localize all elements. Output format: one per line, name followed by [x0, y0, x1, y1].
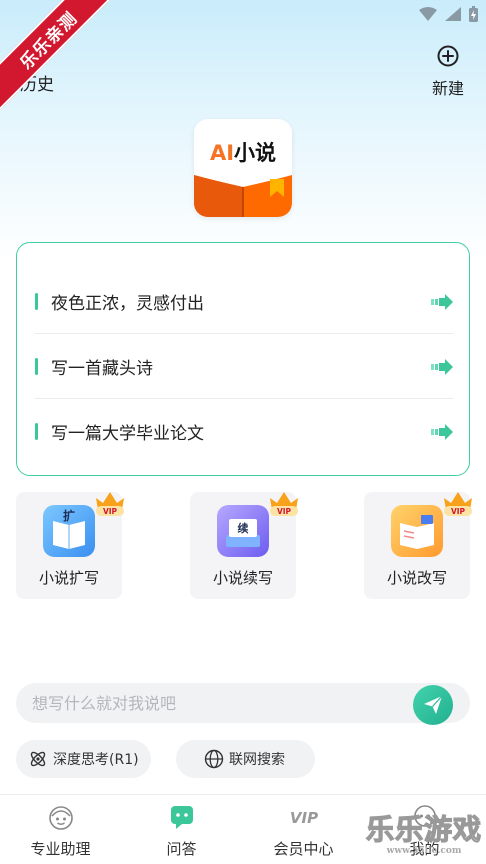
arrow-right-icon: [431, 293, 453, 310]
feature-label: 小说改写: [386, 569, 447, 587]
web-search-toggle[interactable]: 联网搜索: [176, 740, 315, 778]
feature-label: 小说续写: [212, 569, 273, 587]
svg-text:VIP: VIP: [451, 507, 466, 516]
tab-label: 问答: [166, 840, 197, 858]
chat-icon: [171, 806, 193, 829]
deep-think-toggle[interactable]: 深度思考(R1): [16, 740, 151, 778]
prompt-item-1[interactable]: 夜色正浓，灵感付出: [35, 269, 453, 334]
wifi-icon: [419, 7, 437, 21]
signal-icon: [445, 7, 461, 21]
prompt-item-3[interactable]: 写一篇大学毕业论文: [35, 399, 453, 464]
prompt-text: 夜色正浓，灵感付出: [51, 294, 204, 314]
app-logo: AI小说: [194, 119, 292, 217]
svg-text:续: 续: [238, 521, 249, 535]
prompt-text: 写一篇大学毕业论文: [51, 424, 204, 444]
send-button[interactable]: [413, 685, 453, 725]
chat-input[interactable]: [32, 683, 412, 723]
tab-label: 会员中心: [273, 840, 334, 858]
open-book-icon: [194, 175, 292, 217]
globe-icon: [204, 749, 224, 769]
feature-novel-rewrite[interactable]: VIP 小说改写: [364, 492, 472, 599]
svg-text:扩: 扩: [63, 508, 75, 523]
vip-crown-badge: VIP: [444, 492, 472, 516]
paper-plane-icon: [424, 695, 443, 714]
book-rewrite-icon: [391, 505, 443, 557]
vip-crown-badge: VIP: [270, 492, 298, 516]
svg-text:VIP: VIP: [103, 507, 118, 516]
feature-novel-continue[interactable]: 续 VIP 小说续写: [190, 492, 298, 599]
watermark-title: 乐乐游戏: [365, 813, 483, 846]
book-expand-icon: 扩: [43, 505, 95, 557]
prompt-suggestions-card: 夜色正浓，灵感付出 写一首藏头诗 写一篇大学毕业论文: [16, 242, 470, 476]
battery-icon: [469, 6, 478, 22]
prompt-text: 写一首藏头诗: [51, 359, 153, 379]
watermark-url: www.55lle.com: [386, 846, 462, 856]
arrow-right-icon: [431, 358, 453, 375]
chat-input-bar: [16, 683, 470, 723]
book-continue-icon: 续: [217, 505, 269, 557]
new-button[interactable]: 新建: [428, 44, 468, 99]
svg-text:VIP: VIP: [290, 809, 318, 827]
logo-ai-text: AI: [209, 141, 235, 165]
add-circle-icon: [437, 45, 459, 67]
feature-novel-expand[interactable]: 扩 VIP 小说扩写: [16, 492, 124, 599]
assistant-icon: [49, 806, 73, 830]
prompt-marker: [35, 358, 38, 375]
status-icons: [419, 6, 478, 22]
svg-text:VIP: VIP: [277, 507, 292, 516]
tab-assistant[interactable]: 专业助理: [0, 795, 121, 864]
vip-crown-badge: VIP: [96, 492, 124, 516]
feature-label: 小说扩写: [38, 569, 99, 587]
prompt-item-2[interactable]: 写一首藏头诗: [35, 334, 453, 399]
tab-qa[interactable]: 问答: [121, 795, 242, 864]
web-search-label: 联网搜索: [229, 752, 285, 768]
vip-icon: VIP: [290, 809, 318, 827]
new-button-label: 新建: [431, 79, 464, 98]
site-watermark: 乐乐游戏 www.55lle.com: [365, 813, 483, 860]
tab-label: 专业助理: [30, 840, 91, 858]
tab-vip[interactable]: VIP 会员中心: [243, 795, 364, 864]
prompt-marker: [35, 293, 38, 310]
atom-icon: [30, 751, 46, 767]
logo-text: AI小说: [194, 137, 292, 167]
logo-title-text: 小说: [234, 141, 277, 165]
prompt-marker: [35, 423, 38, 440]
arrow-right-icon: [431, 423, 453, 440]
deep-think-label: 深度思考(R1): [53, 752, 139, 768]
